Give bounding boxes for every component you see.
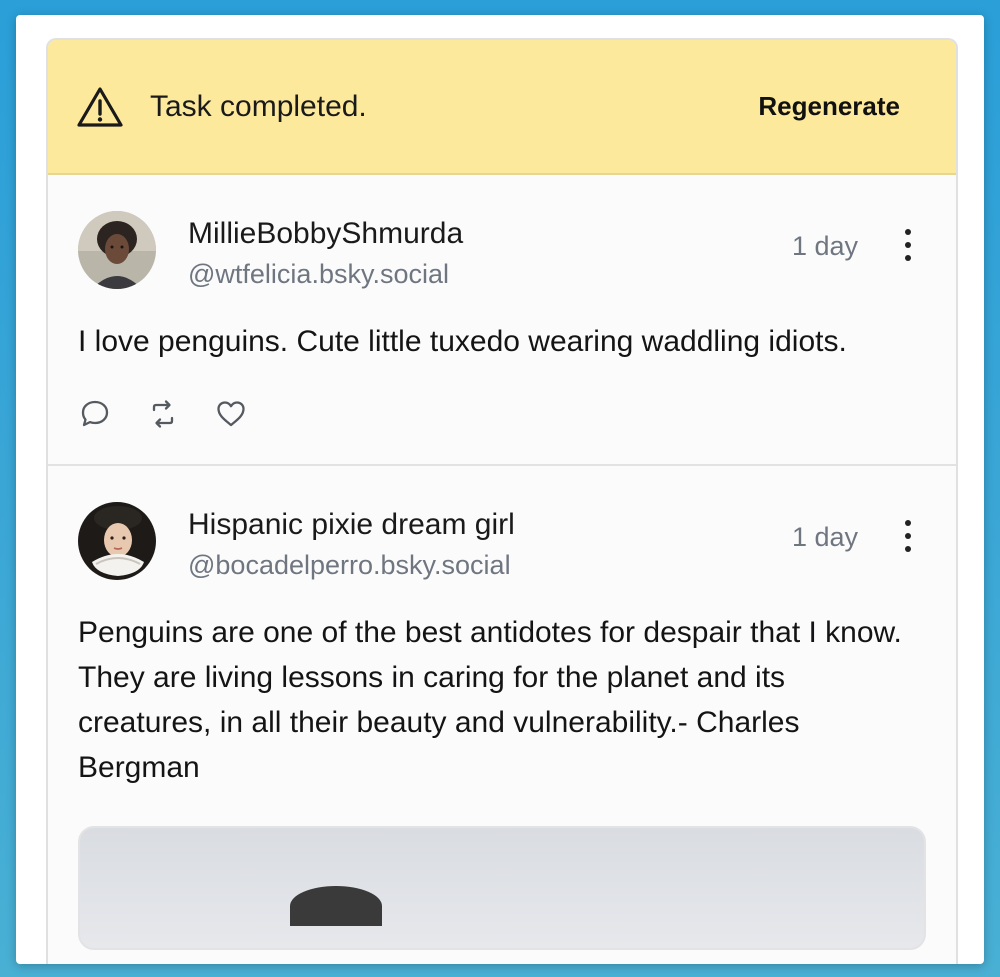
feed-card: Task completed. Regenerate MillieBobbySh… xyxy=(46,38,958,964)
image-content xyxy=(290,886,382,926)
author-handle[interactable]: @wtfelicia.bsky.social xyxy=(188,257,792,291)
post-header: MillieBobbyShmurda @wtfelicia.bsky.socia… xyxy=(78,211,926,293)
post-item[interactable]: Hispanic pixie dream girl @bocadelperro.… xyxy=(48,466,956,950)
author-info: Hispanic pixie dream girl @bocadelperro.… xyxy=(188,502,792,582)
post-image-embed[interactable] xyxy=(78,826,926,950)
post-body: Penguins are one of the best antidotes f… xyxy=(78,616,902,784)
more-options-icon[interactable] xyxy=(898,229,918,261)
post-item[interactable]: MillieBobbyShmurda @wtfelicia.bsky.socia… xyxy=(48,175,956,466)
warning-triangle-icon xyxy=(76,84,126,130)
avatar[interactable] xyxy=(78,211,156,289)
post-timestamp[interactable]: 1 day xyxy=(792,522,858,553)
more-options-icon[interactable] xyxy=(898,520,918,552)
author-display-name[interactable]: MillieBobbyShmurda xyxy=(188,217,792,251)
status-message: Task completed. xyxy=(150,89,367,123)
author-display-name[interactable]: Hispanic pixie dream girl xyxy=(188,508,792,542)
repost-icon[interactable] xyxy=(146,397,180,431)
app-window: Task completed. Regenerate MillieBobbySh… xyxy=(16,15,984,964)
post-header: Hispanic pixie dream girl @bocadelperro.… xyxy=(78,502,926,584)
post-body: I love penguins. Cute little tuxedo wear… xyxy=(78,325,847,358)
reply-icon[interactable] xyxy=(78,397,112,431)
author-info: MillieBobbyShmurda @wtfelicia.bsky.socia… xyxy=(188,211,792,291)
post-actions xyxy=(78,364,926,464)
like-icon[interactable] xyxy=(214,397,248,431)
status-banner: Task completed. Regenerate xyxy=(48,40,956,175)
post-timestamp[interactable]: 1 day xyxy=(792,231,858,262)
author-handle[interactable]: @bocadelperro.bsky.social xyxy=(188,548,792,582)
regenerate-button[interactable]: Regenerate xyxy=(758,91,900,122)
avatar[interactable] xyxy=(78,502,156,580)
